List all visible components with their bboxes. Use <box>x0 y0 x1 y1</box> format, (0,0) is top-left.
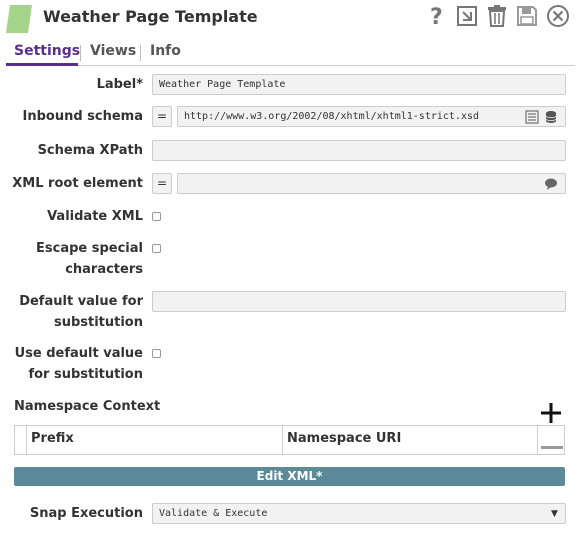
close-icon[interactable] <box>546 4 570 28</box>
browse-schema-icon[interactable] <box>525 110 539 124</box>
tab-settings[interactable]: Settings <box>14 43 80 59</box>
table-column-divider <box>537 425 538 455</box>
snap-type-icon <box>6 5 32 33</box>
snap-execution-select[interactable]: Validate & Execute <box>152 503 566 524</box>
dropdown-arrow-icon[interactable]: ▼ <box>551 509 558 519</box>
tab-separator <box>140 45 141 61</box>
inbound-schema-expression-toggle[interactable]: = <box>152 106 172 127</box>
label-field-label: Label* <box>96 77 143 92</box>
column-header-namespace-uri: Namespace URI <box>287 431 402 446</box>
use-default-label-line1: Use default value <box>14 346 143 361</box>
edit-xml-button[interactable]: Edit XML* <box>14 467 565 486</box>
tab-views[interactable]: Views <box>90 43 136 59</box>
export-icon[interactable] <box>455 4 479 28</box>
suggest-icon[interactable] <box>544 177 558 191</box>
inbound-schema-label: Inbound schema <box>22 109 143 124</box>
table-column-divider <box>282 425 283 455</box>
table-column-divider <box>26 425 27 455</box>
label-input[interactable]: Weather Page Template <box>152 74 566 95</box>
xml-root-element-label: XML root element <box>12 176 143 191</box>
use-default-label-line2: for substitution <box>28 367 143 382</box>
snap-execution-label: Snap Execution <box>29 506 143 521</box>
help-icon[interactable]: ? <box>425 4 449 28</box>
use-default-checkbox[interactable] <box>152 349 161 358</box>
tab-info[interactable]: Info <box>150 43 181 59</box>
schema-xpath-input[interactable] <box>152 140 566 161</box>
default-value-label-line2: substitution <box>53 315 143 330</box>
validate-xml-checkbox[interactable] <box>152 212 161 221</box>
remove-row-icon[interactable] <box>541 436 563 449</box>
tabs-divider <box>6 65 575 66</box>
tab-separator <box>80 45 81 61</box>
column-header-prefix: Prefix <box>31 431 74 446</box>
validate-xml-label: Validate XML <box>47 209 143 224</box>
active-tab-indicator <box>6 63 78 66</box>
delete-icon[interactable] <box>485 4 509 28</box>
add-row-icon[interactable] <box>538 400 564 426</box>
xml-root-element-input[interactable] <box>177 173 566 194</box>
default-value-label-line1: Default value for <box>19 294 143 309</box>
escape-special-label-line2: characters <box>65 262 143 277</box>
dialog-title: Weather Page Template <box>43 7 258 26</box>
escape-special-label-line1: Escape special <box>36 241 143 256</box>
inbound-schema-input[interactable]: http://www.w3.org/2002/08/xhtml/xhtml1-s… <box>177 106 566 127</box>
namespace-context-label: Namespace Context <box>14 399 161 414</box>
svg-text:?: ? <box>430 5 443 28</box>
escape-special-checkbox[interactable] <box>152 244 161 253</box>
default-value-input[interactable] <box>152 291 566 312</box>
database-icon[interactable] <box>544 110 558 124</box>
schema-xpath-label: Schema XPath <box>37 143 143 158</box>
save-icon[interactable] <box>515 4 539 28</box>
xml-root-element-expression-toggle[interactable]: = <box>152 173 172 194</box>
